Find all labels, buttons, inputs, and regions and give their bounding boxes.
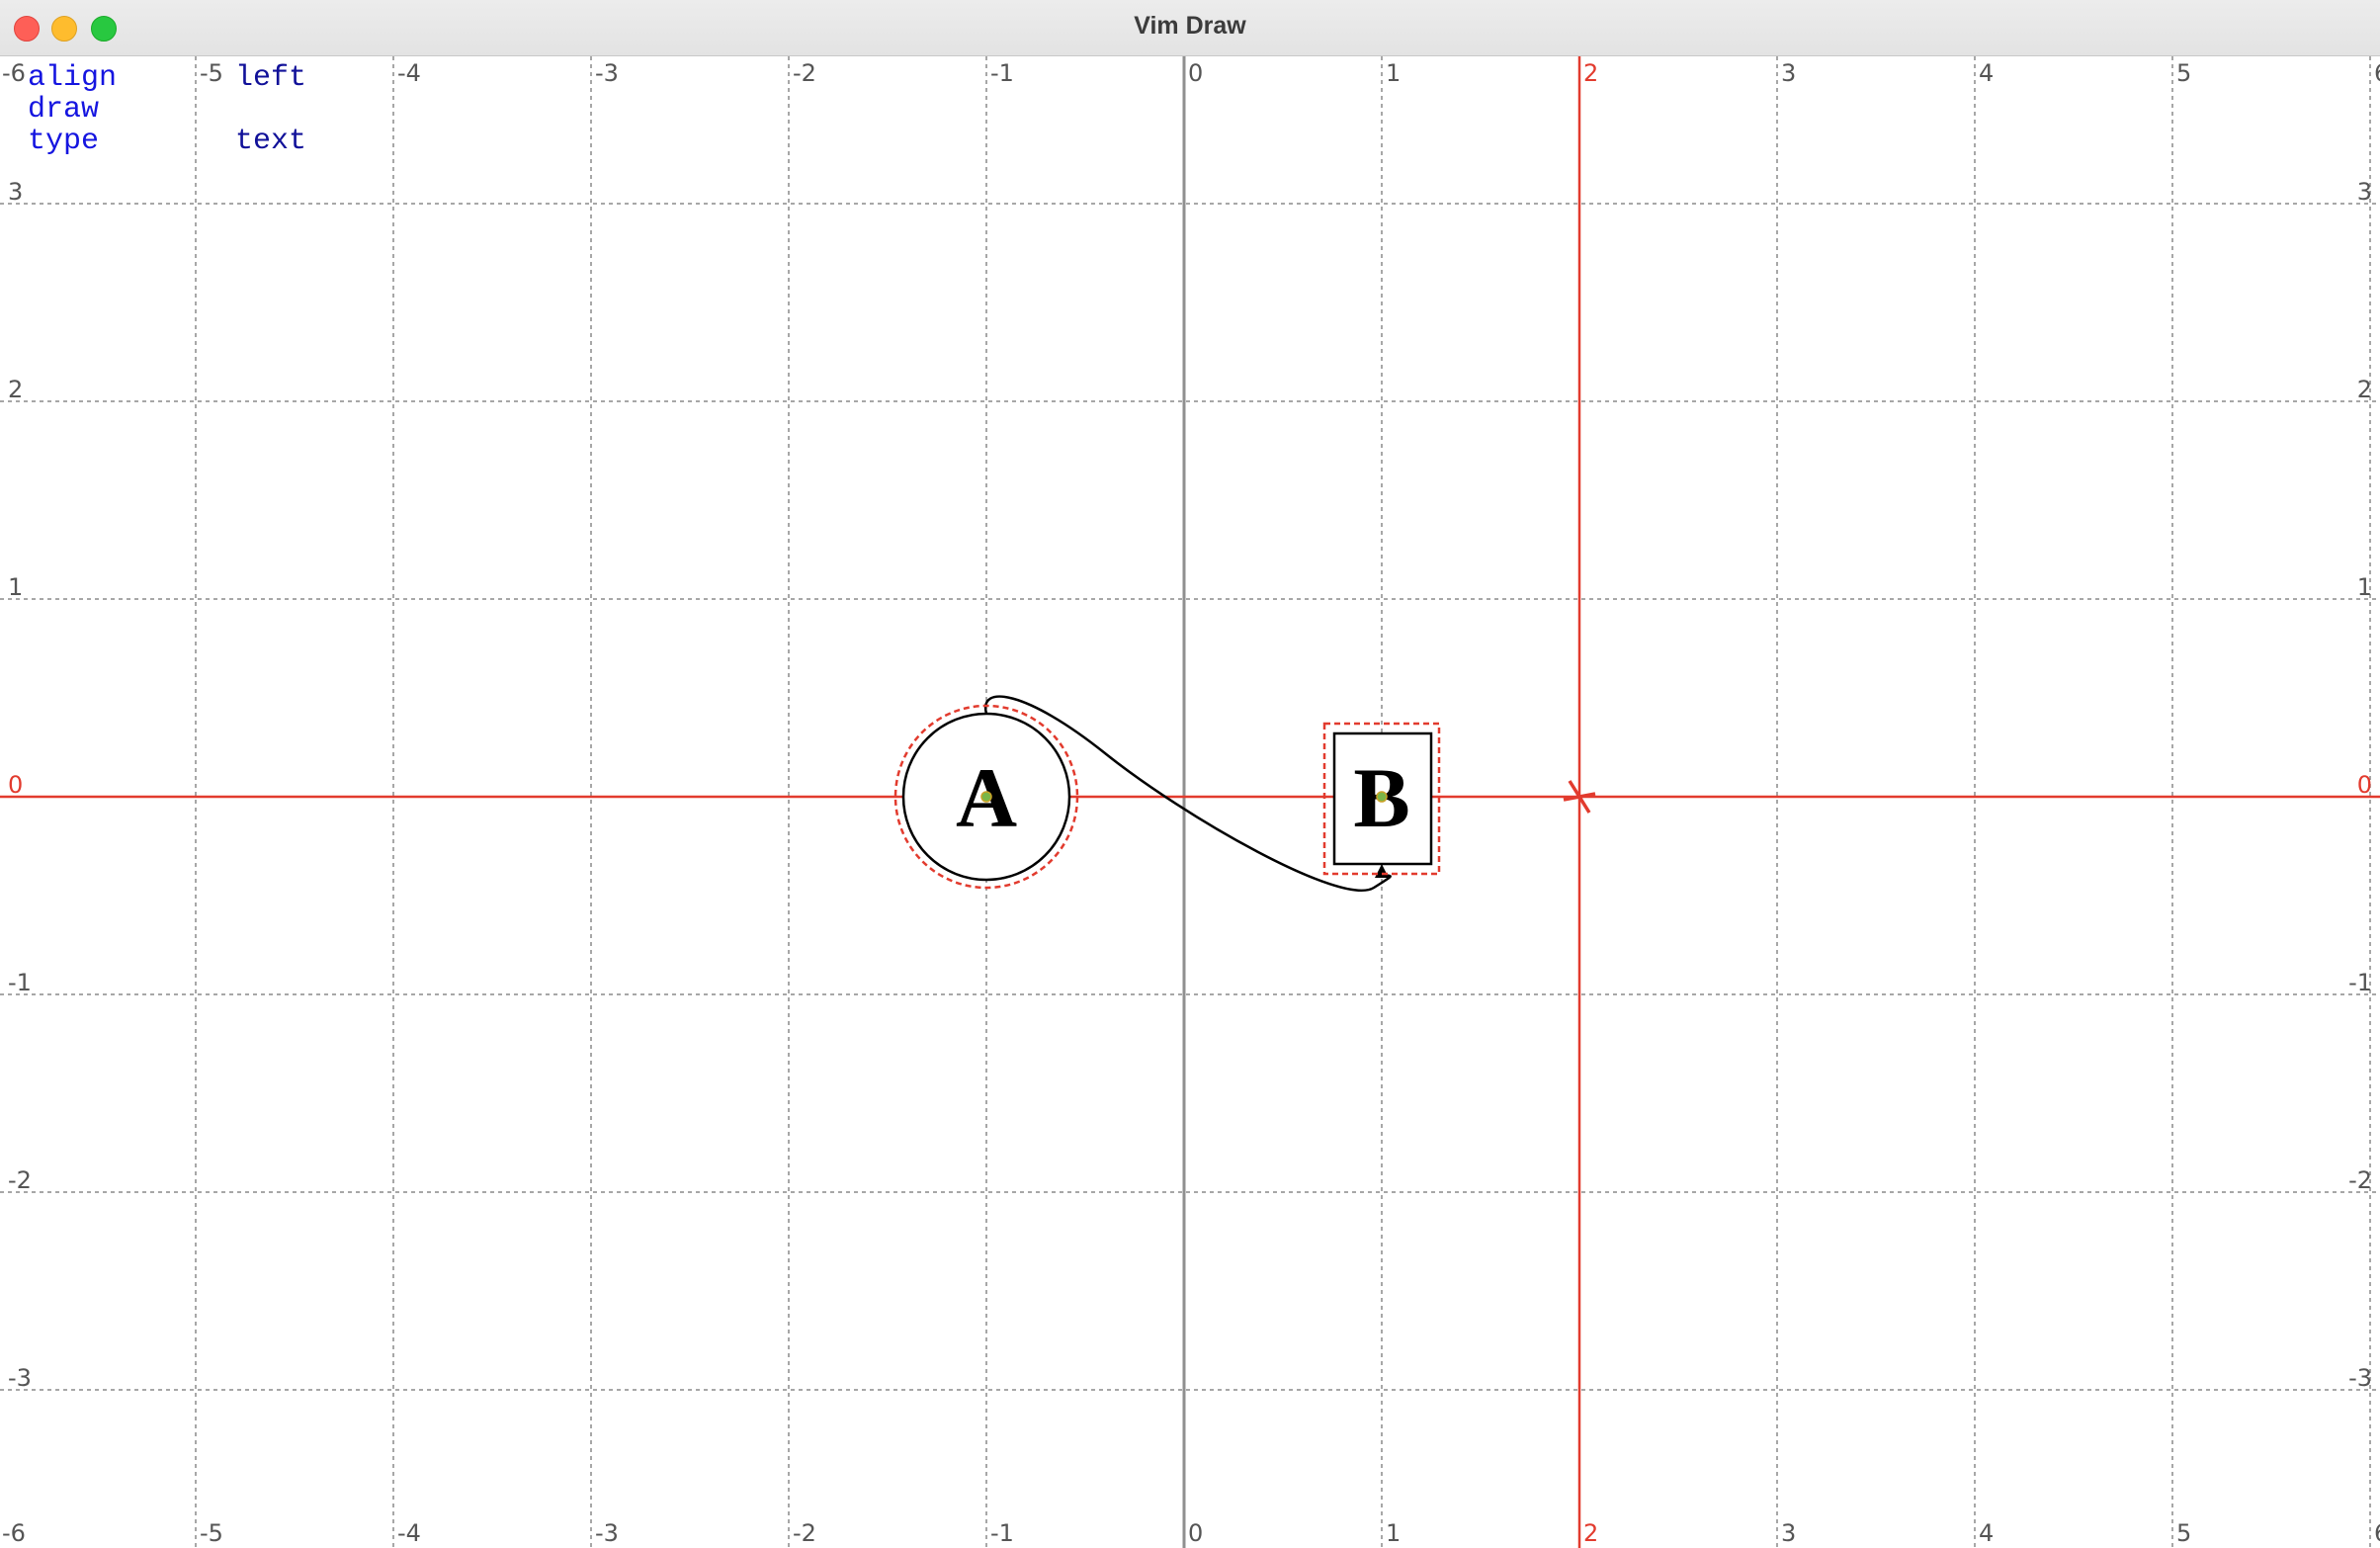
window-title: Vim Draw <box>1134 12 1246 40</box>
arrowhead-icon <box>1375 864 1389 878</box>
y-tick-label-left: 0 <box>8 771 23 799</box>
y-tick-label-right: -2 <box>2348 1166 2372 1194</box>
y-tick-label-right: -3 <box>2348 1364 2372 1392</box>
y-tick-label-left: 3 <box>8 178 23 206</box>
node-center-handle[interactable] <box>980 791 992 803</box>
x-tick-label-top: -4 <box>397 59 421 87</box>
y-tick-label-right: -1 <box>2348 969 2372 996</box>
axis-tick-labels: -6-5-4-3-2-10123456-6-5-4-3-2-1012345632… <box>2 59 2380 1547</box>
y-tick-label-right: 0 <box>2357 771 2372 799</box>
x-tick-label-top: 4 <box>1979 59 1994 87</box>
status-key: draw <box>28 93 100 127</box>
y-tick-label-left: 1 <box>8 573 23 601</box>
status-value: left <box>235 61 307 95</box>
x-tick-label-bottom: -1 <box>990 1519 1014 1547</box>
x-tick-label-top: 0 <box>1188 59 1203 87</box>
x-tick-label-top: 6 <box>2374 59 2380 87</box>
x-tick-label-bottom: 6 <box>2374 1519 2380 1547</box>
status-row-align: align left <box>28 62 306 94</box>
x-tick-label-bottom: -4 <box>397 1519 421 1547</box>
node-center-handle[interactable] <box>1376 791 1388 803</box>
grid-lines <box>0 56 2380 1548</box>
y-tick-label-left: -1 <box>8 969 32 996</box>
x-tick-label-top: 2 <box>1583 59 1598 87</box>
y-tick-label-left: -3 <box>8 1364 32 1392</box>
x-tick-label-bottom: -3 <box>595 1519 619 1547</box>
status-row-draw: draw <box>28 94 306 126</box>
y-tick-label-right: 2 <box>2357 376 2372 403</box>
x-tick-label-top: -3 <box>595 59 619 87</box>
x-tick-label-top: 1 <box>1386 59 1401 87</box>
x-tick-label-top: -1 <box>990 59 1014 87</box>
y-tick-label-left: 2 <box>8 376 23 403</box>
node-a[interactable]: A <box>893 704 1079 890</box>
status-key: type <box>28 125 100 158</box>
status-value: text <box>235 125 307 158</box>
x-tick-label-bottom: -2 <box>793 1519 816 1547</box>
x-tick-label-bottom: 0 <box>1188 1519 1203 1547</box>
status-panel: align left draw type text <box>28 62 306 157</box>
drawing-canvas[interactable]: -6-5-4-3-2-10123456-6-5-4-3-2-1012345632… <box>0 56 2380 1548</box>
x-tick-label-bottom: 3 <box>1781 1519 1796 1547</box>
cursor-crosshair <box>0 56 2380 1548</box>
x-tick-label-bottom: -6 <box>2 1519 26 1547</box>
node-b[interactable]: B <box>1322 722 1441 876</box>
x-tick-label-top: 3 <box>1781 59 1796 87</box>
x-tick-label-bottom: 2 <box>1583 1519 1598 1547</box>
x-tick-label-top: -2 <box>793 59 816 87</box>
status-key: align <box>28 61 118 95</box>
x-tick-label-top: -6 <box>2 59 26 87</box>
y-tick-label-right: 1 <box>2357 573 2372 601</box>
title-bar[interactable]: Vim Draw <box>0 0 2380 56</box>
x-tick-label-bottom: 1 <box>1386 1519 1401 1547</box>
x-tick-label-bottom: 5 <box>2176 1519 2191 1547</box>
x-tick-label-bottom: -5 <box>200 1519 223 1547</box>
x-tick-label-bottom: 4 <box>1979 1519 1994 1547</box>
y-tick-label-left: -2 <box>8 1166 32 1194</box>
y-tick-label-right: 3 <box>2357 178 2372 206</box>
status-row-type: type text <box>28 126 306 157</box>
x-tick-label-top: 5 <box>2176 59 2191 87</box>
app-window: Vim Draw -6-5-4-3-2-10123456-6-5-4-3-2-1… <box>0 0 2380 1548</box>
